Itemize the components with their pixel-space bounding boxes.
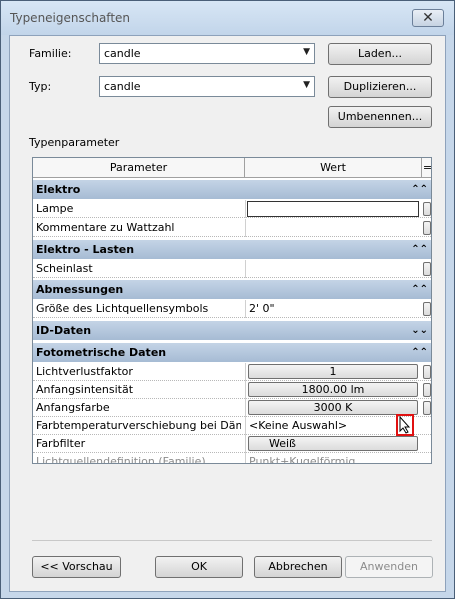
family-dropdown[interactable]: candle ▼	[99, 43, 315, 64]
ok-button[interactable]: OK	[155, 556, 243, 578]
group-elektro-lasten[interactable]: Elektro - Lasten ⌃⌃	[33, 240, 431, 259]
type-properties-dialog: Typeneigenschaften ✕ Familie: candle ▼ L…	[0, 0, 455, 599]
param-row-symbol-size[interactable]: Größe des Lichtquellensymbols 2' 0"	[33, 300, 431, 318]
param-row-farbfilter[interactable]: Farbfilter Weiß	[33, 435, 431, 453]
anfangsfarbe-button[interactable]: 3000 K	[248, 400, 418, 415]
group-title: Elektro - Lasten	[36, 243, 135, 256]
group-id-daten[interactable]: ID-Daten ⌄⌄	[33, 321, 431, 340]
group-title: ID-Daten	[36, 324, 92, 337]
type-dropdown[interactable]: candle ▼	[99, 76, 315, 97]
chevron-down-icon: ▼	[303, 47, 310, 57]
group-abmessungen[interactable]: Abmessungen ⌃⌃	[33, 280, 431, 299]
param-value-cell: Punkt+Kugelförmig	[245, 453, 421, 463]
param-row-lampe[interactable]: Lampe	[33, 200, 431, 218]
param-name: Farbtemperaturverschiebung bei Dämp	[36, 419, 241, 432]
param-row-farbtemperaturverschiebung[interactable]: Farbtemperaturverschiebung bei Dämp <Kei…	[33, 417, 431, 435]
footer-separator	[32, 540, 432, 541]
window-title: Typeneigenschaften	[10, 11, 131, 25]
param-value-cell[interactable]: <Keine Auswahl>	[245, 417, 421, 435]
param-name: Anfangsintensität	[36, 383, 134, 396]
dialog-body: Familie: candle ▼ Laden... Typ: candle ▼…	[9, 35, 446, 592]
duplicate-button[interactable]: Duplizieren...	[328, 76, 432, 98]
lichtverlustfaktor-button[interactable]: 1	[248, 364, 418, 379]
param-name: Anfangsfarbe	[36, 401, 110, 414]
param-value-cell[interactable]: 1800.00 lm	[245, 381, 421, 399]
close-icon[interactable]: ✕	[412, 9, 444, 27]
anfangsintensitaet-button[interactable]: 1800.00 lm	[248, 382, 418, 397]
formula-button[interactable]	[423, 262, 431, 276]
family-label: Familie:	[29, 47, 72, 60]
title-bar[interactable]: Typeneigenschaften ✕	[1, 1, 454, 35]
parameter-grid: Parameter Wert = Elektro ⌃⌃ Lampe Kommen…	[32, 157, 432, 464]
param-value-cell[interactable]: 3000 K	[245, 399, 421, 417]
param-row-anfangsfarbe[interactable]: Anfangsfarbe 3000 K	[33, 399, 431, 417]
family-value: candle	[104, 47, 141, 60]
column-header-eq[interactable]: =	[422, 158, 431, 178]
group-title: Elektro	[36, 183, 81, 196]
param-name: Kommentare zu Wattzahl	[36, 221, 175, 234]
param-value-cell[interactable]	[245, 200, 421, 218]
type-value: candle	[104, 80, 141, 93]
column-header-parameter[interactable]: Parameter	[33, 158, 245, 178]
preview-button[interactable]: << Vorschau	[32, 556, 121, 578]
group-elektro[interactable]: Elektro ⌃⌃	[33, 180, 431, 199]
formula-button[interactable]	[423, 401, 431, 415]
collapse-icon[interactable]: ⌃⌃	[411, 180, 428, 199]
param-row-kommentare-wattzahl[interactable]: Kommentare zu Wattzahl	[33, 219, 431, 237]
param-row-scheinlast[interactable]: Scheinlast	[33, 260, 431, 278]
cursor-highlight	[396, 414, 414, 436]
column-header-value[interactable]: Wert	[245, 158, 422, 178]
param-name: Lichtverlustfaktor	[36, 365, 133, 378]
param-value-cell[interactable]	[245, 260, 421, 278]
param-name: Scheinlast	[36, 262, 93, 275]
expand-icon[interactable]: ⌄⌄	[411, 321, 428, 340]
param-row-lichtquellendefinition: Lichtquellendefinition (Familie) Punkt+K…	[33, 453, 431, 464]
param-name: Farbfilter	[36, 437, 86, 450]
collapse-icon[interactable]: ⌃⌃	[411, 280, 428, 299]
formula-button[interactable]	[423, 202, 431, 216]
rename-button[interactable]: Umbenennen...	[328, 106, 432, 128]
load-button[interactable]: Laden...	[328, 43, 432, 65]
chevron-down-icon: ▼	[303, 80, 310, 90]
param-name: Größe des Lichtquellensymbols	[36, 302, 209, 315]
type-label: Typ:	[29, 80, 52, 93]
mouse-cursor-icon	[399, 415, 411, 434]
formula-button[interactable]	[423, 302, 431, 316]
cancel-button[interactable]: Abbrechen	[254, 556, 342, 578]
group-title: Fotometrische Daten	[36, 346, 167, 359]
param-value-cell[interactable]: 1	[245, 363, 421, 381]
param-value-cell[interactable]: Weiß	[245, 435, 421, 453]
param-name: Lichtquellendefinition (Familie)	[36, 455, 206, 464]
formula-button[interactable]	[423, 365, 431, 379]
formula-button[interactable]	[423, 383, 431, 397]
param-name: Lampe	[36, 202, 74, 215]
group-fotometrische-daten[interactable]: Fotometrische Daten ⌃⌃	[33, 343, 431, 362]
param-row-anfangsintensitaet[interactable]: Anfangsintensität 1800.00 lm	[33, 381, 431, 399]
farbfilter-button[interactable]: Weiß	[248, 436, 418, 451]
param-value-cell[interactable]	[245, 219, 421, 237]
apply-button: Anwenden	[345, 556, 433, 578]
grid-header: Parameter Wert =	[33, 158, 431, 178]
formula-button[interactable]	[423, 221, 431, 235]
collapse-icon[interactable]: ⌃⌃	[411, 240, 428, 259]
param-value-cell[interactable]: 2' 0"	[245, 300, 421, 318]
collapse-icon[interactable]: ⌃⌃	[411, 343, 428, 362]
lampe-input[interactable]	[247, 201, 419, 217]
param-row-lichtverlustfaktor[interactable]: Lichtverlustfaktor 1	[33, 363, 431, 381]
group-title: Abmessungen	[36, 283, 124, 296]
type-parameters-label: Typenparameter	[29, 136, 120, 149]
